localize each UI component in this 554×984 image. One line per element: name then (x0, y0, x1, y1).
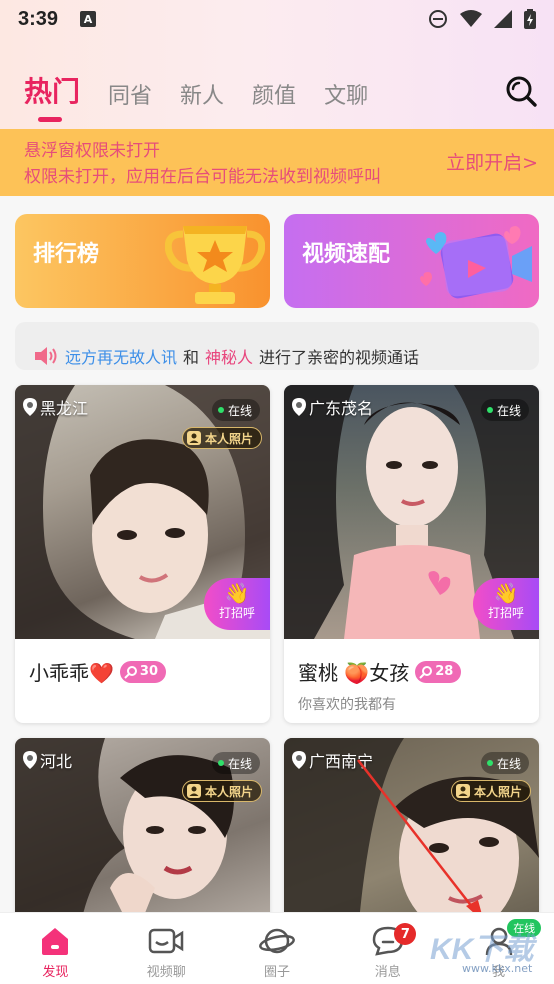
tab-hot[interactable]: 热门 (24, 70, 80, 122)
profile-card[interactable]: 河北 在线 本人照片 (15, 738, 270, 938)
location-tag: 河北 (23, 748, 72, 772)
nav-circle-label: 圈子 (263, 965, 290, 980)
verified-photo-badge: 本人照片 (181, 780, 262, 802)
nav-messages-label: 消息 (374, 965, 401, 980)
nav-messages[interactable]: 7 消息 (332, 913, 443, 984)
verified-text: 本人照片 (204, 431, 253, 446)
broadcast-and: 和 (183, 348, 200, 367)
location-text: 黑龙江 (40, 399, 89, 418)
video-match-card[interactable]: 视频速配 (284, 214, 539, 308)
online-dot (217, 407, 224, 413)
location-tag: 广西南宁 (292, 748, 373, 772)
profile-name: 蜜桃 🍑女孩 (298, 661, 410, 685)
activity-broadcast: 远方再无故人讯 和 神秘人 进行了亲密的视频通话 (15, 322, 539, 370)
level-value: 28 (435, 664, 454, 679)
leaderboard-label: 排行榜 (33, 242, 100, 267)
leaderboard-card[interactable]: 排行榜 (15, 214, 270, 308)
profile-name: 小乖乖❤️ (29, 661, 114, 685)
floating-window-permission-notice[interactable]: 悬浮窗权限未打开 权限未打开，应用在后台可能无法收到视频呼叫 立即开启> (0, 129, 554, 196)
broadcast-text: 进行了亲密的视频通话 (259, 348, 420, 367)
tab-newcomers[interactable]: 新人 (180, 78, 224, 110)
location-tag: 黑龙江 (23, 395, 88, 419)
nav-video-chat[interactable]: 视频聊 (111, 913, 222, 984)
nav-video-chat-label: 视频聊 (146, 965, 186, 980)
waving-hand-icon: 👋 (493, 581, 519, 605)
level-badge: 28 (415, 660, 462, 683)
tab-same-province[interactable]: 同省 (108, 78, 152, 110)
location-pin-icon (292, 398, 306, 416)
tab-text-chat[interactable]: 文聊 (324, 78, 368, 110)
online-text: 在线 (227, 756, 252, 771)
location-pin-icon (23, 398, 37, 416)
location-pin-icon (23, 751, 37, 769)
verified-photo-badge: 本人照片 (450, 780, 531, 802)
search-icon[interactable] (504, 74, 538, 108)
greet-button[interactable]: 👋 打招呼 (204, 578, 270, 630)
female-symbol-icon (419, 665, 433, 679)
video-camera-hearts-icon (420, 226, 532, 299)
trophy-icon (165, 226, 265, 304)
online-status-badge: 在线 (480, 399, 529, 421)
level-badge: 30 (119, 660, 166, 683)
online-text: 在线 (496, 403, 521, 418)
profile-card[interactable]: 黑龙江 在线 本人照片 👋 打招呼 小乖乖❤️ 30 (15, 385, 270, 723)
broadcast-user-1[interactable]: 远方再无故人讯 (65, 344, 177, 368)
greet-label: 打招呼 (487, 606, 524, 620)
notification-a-icon: A (80, 11, 97, 27)
category-tabs: 热门 同省 新人 颜值 文聊 (24, 70, 368, 122)
location-text: 河北 (40, 752, 73, 771)
planet-icon (259, 928, 295, 954)
broadcast-user-2[interactable]: 神秘人 (205, 344, 253, 368)
online-text: 在线 (227, 403, 252, 418)
signal-icon (494, 10, 512, 28)
profile-card[interactable]: 广西南宁 在线 本人照片 (284, 738, 539, 938)
location-pin-icon (292, 751, 306, 769)
watermark-url: www.kkx.net (462, 962, 533, 975)
nav-circle[interactable]: 圈子 (222, 913, 333, 984)
speaker-icon (35, 347, 57, 365)
online-status-badge: 在线 (480, 752, 529, 774)
status-time: 3:39 (18, 7, 59, 30)
video-match-label: 视频速配 (302, 242, 391, 267)
verified-photo-badge: 本人照片 (181, 427, 262, 449)
enable-now-link[interactable]: 立即开启> (446, 150, 538, 176)
home-icon (42, 928, 69, 955)
do-not-disturb-icon (429, 10, 447, 28)
greet-label: 打招呼 (218, 606, 255, 620)
profile-info: 蜜桃 🍑女孩 28 你喜欢的我都有 (284, 639, 539, 714)
profile-card[interactable]: 广东茂名 在线 👋 打招呼 蜜桃 🍑女孩 28 你喜欢的我都有 (284, 385, 539, 723)
level-value: 30 (139, 664, 158, 679)
verified-user-icon (455, 784, 470, 798)
wifi-icon (460, 10, 482, 27)
nav-discover-label: 发现 (42, 965, 69, 980)
video-camera-icon (148, 928, 184, 954)
profile-bio: 你喜欢的我都有 (298, 697, 396, 713)
verified-user-icon (186, 431, 201, 445)
online-status-badge: 在线 (211, 399, 260, 421)
nav-discover[interactable]: 发现 (0, 913, 111, 984)
tab-looks[interactable]: 颜值 (252, 78, 296, 110)
online-dot (217, 760, 224, 766)
location-text: 广东茂名 (309, 399, 374, 418)
profile-info: 小乖乖❤️ 30 (15, 639, 270, 686)
verified-user-icon (186, 784, 201, 798)
location-text: 广西南宁 (309, 752, 374, 771)
online-dot (486, 760, 493, 766)
status-icons (428, 9, 536, 29)
online-text: 在线 (496, 756, 521, 771)
unread-message-badge: 7 (394, 923, 417, 945)
online-status-badge: 在线 (211, 752, 260, 774)
greet-button[interactable]: 👋 打招呼 (473, 578, 539, 630)
female-symbol-icon (124, 665, 137, 679)
verified-text: 本人照片 (473, 784, 522, 799)
location-tag: 广东茂名 (292, 395, 373, 419)
status-bar: 3:39 A (0, 0, 554, 38)
online-dot (486, 407, 493, 413)
waving-hand-icon: 👋 (224, 581, 250, 605)
verified-text: 本人照片 (204, 784, 253, 799)
battery-icon (524, 9, 536, 29)
